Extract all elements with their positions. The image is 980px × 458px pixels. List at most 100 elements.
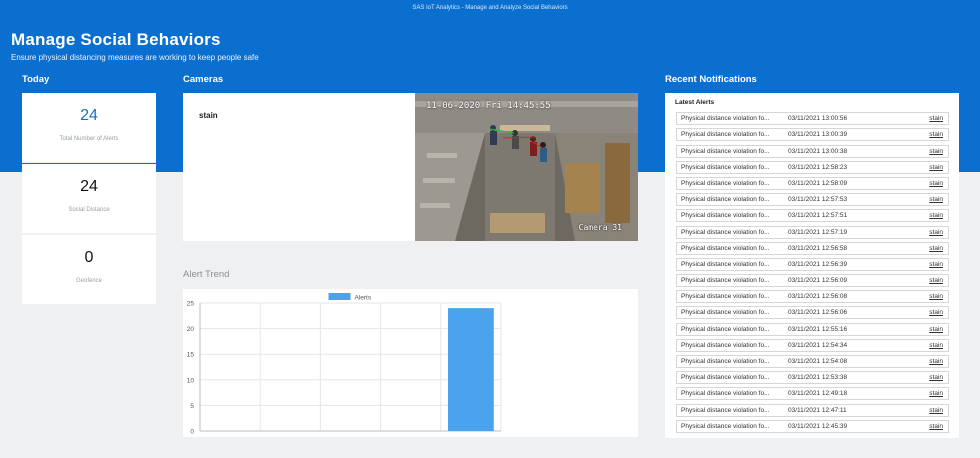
camera-name: stain	[199, 111, 218, 120]
notification-row[interactable]: Physical distance violation fo... 03/11/2…	[676, 371, 949, 385]
notification-camera-link[interactable]: stain	[929, 212, 943, 219]
notification-message: Physical distance violation fo...	[681, 228, 770, 236]
notification-camera-link[interactable]: stain	[929, 407, 943, 414]
notification-row[interactable]: Physical distance violation fo... 03/11/2…	[676, 403, 949, 417]
stat-label: Geofence	[75, 278, 103, 284]
notifications-list: Physical distance violation fo... 03/11/2…	[676, 109, 949, 433]
notification-message: Physical distance violation fo...	[681, 212, 770, 220]
section-today-label: Today	[22, 74, 50, 85]
stat-card-geofence: 0 Geofence	[22, 235, 156, 305]
stat-label: Social Distance	[68, 207, 110, 213]
camera-feed-label: Camera 31	[578, 223, 622, 232]
notification-camera-link[interactable]: stain	[929, 277, 943, 284]
notification-message: Physical distance violation fo...	[681, 341, 770, 349]
y-tick-label: 15	[187, 352, 195, 359]
notification-time: 03/11/2021 12:57:51	[788, 212, 848, 220]
notification-camera-link[interactable]: stain	[929, 196, 943, 203]
notifications-panel: Latest Alerts Physical distance violatio…	[665, 93, 959, 438]
notification-row[interactable]: Physical distance violation fo... 03/11/2…	[676, 112, 949, 126]
notification-row[interactable]: Physical distance violation fo... 03/11/2…	[676, 322, 949, 336]
notification-camera-link[interactable]: stain	[929, 164, 943, 171]
notification-row[interactable]: Physical distance violation fo... 03/11/2…	[676, 355, 949, 368]
notification-time: 03/11/2021 12:58:23	[788, 163, 848, 171]
notification-camera-link[interactable]: stain	[929, 326, 943, 333]
notification-message: Physical distance violation fo...	[681, 406, 770, 414]
bar-2021-3-11[interactable]	[448, 308, 494, 431]
notification-row[interactable]: Physical distance violation fo... 03/11/2…	[676, 193, 949, 207]
notification-time: 03/11/2021 12:54:34	[788, 341, 848, 349]
stat-value: 0	[84, 249, 94, 266]
camera-timestamp: 11-06-2020 Fri 14:45:55	[426, 101, 551, 111]
notification-time: 03/11/2021 12:56:39	[788, 260, 848, 268]
camera-feed-scene	[415, 93, 638, 241]
notification-row[interactable]: Physical distance violation fo... 03/11/2…	[676, 241, 949, 255]
notification-row[interactable]: Physical distance violation fo... 03/11/2…	[676, 144, 949, 158]
notification-time: 03/11/2021 12:49:18	[788, 390, 848, 398]
legend-swatch-alerts	[328, 293, 351, 300]
stat-card-social-distance: 24 Social Distance	[22, 164, 156, 234]
notification-row[interactable]: Physical distance violation fo... 03/11/2…	[676, 338, 949, 352]
notification-camera-link[interactable]: stain	[929, 293, 943, 300]
camera-card: stain 11-06-2020 Fri 14:45:55 Camera 31	[183, 93, 638, 241]
notification-camera-link[interactable]: stain	[929, 148, 943, 155]
notification-message: Physical distance violation fo...	[681, 309, 770, 317]
notification-time: 03/11/2021 12:56:08	[788, 293, 848, 301]
notification-row[interactable]: Physical distance violation fo... 03/11/2…	[676, 257, 949, 271]
notification-row[interactable]: Physical distance violation fo... 03/11/2…	[676, 419, 949, 433]
legend-label-alerts: Alerts	[355, 295, 372, 302]
notification-time: 03/11/2021 13:00:38	[788, 147, 848, 155]
notification-message: Physical distance violation fo...	[681, 131, 770, 139]
section-notifications-label: Recent Notifications	[665, 74, 757, 85]
notification-camera-link[interactable]: stain	[929, 245, 943, 252]
notification-message: Physical distance violation fo...	[681, 293, 770, 301]
notification-camera-link[interactable]: stain	[929, 261, 943, 268]
notification-message: Physical distance violation fo...	[681, 422, 770, 430]
alert-trend-chart: 05101520252021-3-72021-3-82021-3-92021-3…	[183, 289, 638, 437]
notification-time: 03/11/2021 12:45:39	[788, 422, 848, 430]
notification-message: Physical distance violation fo...	[681, 260, 770, 268]
section-cameras-label: Cameras	[183, 74, 224, 85]
notification-message: Physical distance violation fo...	[681, 358, 770, 365]
notification-time: 03/11/2021 12:56:58	[788, 244, 848, 252]
notification-row[interactable]: Physical distance violation fo... 03/11/2…	[676, 128, 949, 142]
stat-card-total-alerts: 24 Total Number of Alerts	[22, 93, 156, 163]
notification-camera-link[interactable]: stain	[929, 358, 943, 365]
notification-time: 03/11/2021 13:00:39	[788, 131, 848, 139]
notification-message: Physical distance violation fo...	[681, 244, 770, 252]
notification-camera-link[interactable]: stain	[929, 390, 943, 397]
notification-row[interactable]: Physical distance violation fo... 03/11/2…	[676, 176, 949, 190]
camera-feed-image[interactable]: 11-06-2020 Fri 14:45:55 Camera 31	[415, 93, 638, 241]
stat-value: 24	[80, 178, 98, 195]
notification-time: 03/11/2021 12:55:16	[788, 325, 848, 333]
section-alert-trend-label: Alert Trend	[183, 269, 230, 280]
notification-row[interactable]: Physical distance violation fo... 03/11/2…	[676, 387, 949, 401]
notification-message: Physical distance violation fo...	[681, 115, 770, 123]
stat-value: 24	[80, 107, 98, 124]
notification-row[interactable]: Physical distance violation fo... 03/11/2…	[676, 306, 949, 320]
notification-camera-link[interactable]: stain	[929, 423, 943, 430]
notification-row[interactable]: Physical distance violation fo... 03/11/2…	[676, 274, 949, 288]
notification-time: 03/11/2021 12:57:53	[788, 196, 848, 204]
notification-row[interactable]: Physical distance violation fo... 03/11/2…	[676, 160, 949, 174]
notification-message: Physical distance violation fo...	[681, 390, 770, 398]
notification-camera-link[interactable]: stain	[929, 131, 943, 138]
notification-time: 03/11/2021 12:57:19	[788, 228, 848, 236]
notification-message: Physical distance violation fo...	[681, 277, 770, 285]
alert-trend-chart-svg: 05101520252021-3-72021-3-82021-3-92021-3…	[187, 293, 502, 436]
notification-time: 03/11/2021 12:56:09	[788, 277, 848, 285]
notification-row[interactable]: Physical distance violation fo... 03/11/2…	[676, 225, 949, 239]
notification-row[interactable]: Physical distance violation fo... 03/11/2…	[676, 290, 949, 304]
notification-camera-link[interactable]: stain	[929, 342, 943, 349]
notification-camera-link[interactable]: stain	[929, 115, 943, 122]
notification-time: 03/11/2021 12:58:09	[788, 179, 848, 187]
notification-camera-link[interactable]: stain	[929, 374, 943, 381]
page-subtitle: Ensure physical distancing measures are …	[11, 53, 259, 62]
notification-camera-link[interactable]: stain	[929, 229, 943, 236]
notification-camera-link[interactable]: stain	[929, 309, 943, 316]
notification-row[interactable]: Physical distance violation fo... 03/11/2…	[676, 209, 949, 223]
y-tick-label: 10	[187, 377, 195, 384]
page-title: Manage Social Behaviors	[11, 30, 221, 49]
notification-camera-link[interactable]: stain	[929, 180, 943, 187]
notification-message: Physical distance violation fo...	[681, 374, 770, 382]
notification-time: 03/11/2021 12:54:08	[788, 358, 848, 365]
